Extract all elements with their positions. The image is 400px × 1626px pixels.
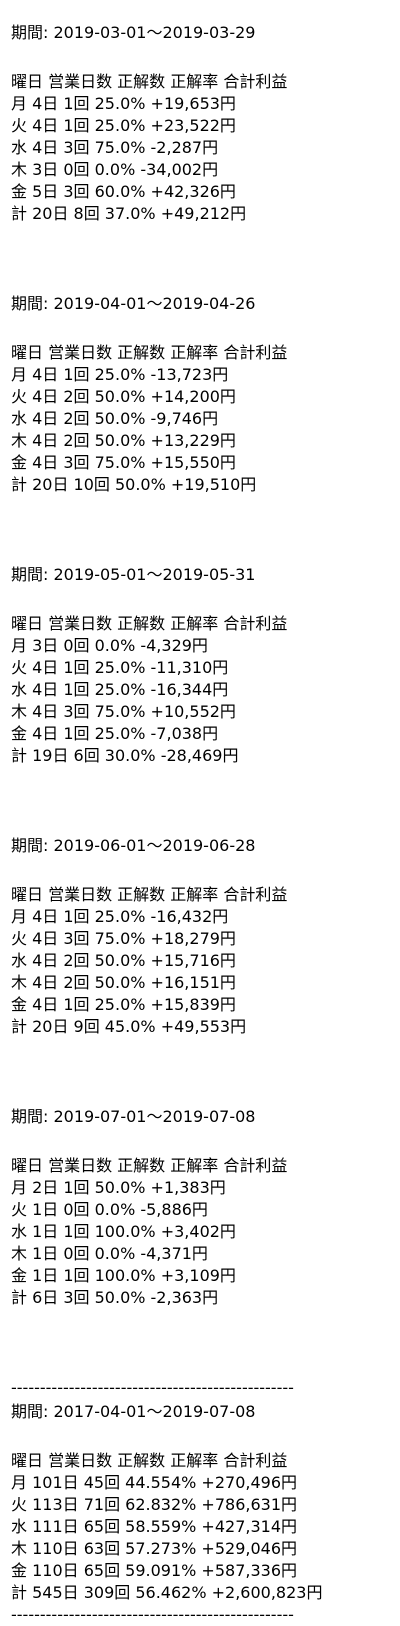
table-row: 月 2日 1回 50.0% +1,383円 (11, 1178, 226, 1197)
table-row: 木 4日 3回 75.0% +10,552円 (11, 702, 236, 721)
table-row: 水 4日 1回 25.0% -16,344円 (11, 680, 229, 699)
table-row: 火 4日 2回 50.0% +14,200円 (11, 387, 236, 406)
table-row: 木 110日 63回 57.273% +529,046円 (11, 1539, 298, 1558)
total-row: 計 20日 8回 37.0% +49,212円 (11, 204, 247, 223)
period-line: 期間: 2017-04-01〜2019-07-08 (11, 1402, 256, 1421)
table-row: 月 4日 1回 25.0% -13,723円 (11, 365, 229, 384)
table-row: 火 1日 0回 0.0% -5,886円 (11, 1200, 208, 1219)
separator-top: ----------------------------------------… (11, 1378, 294, 1397)
total-row: 計 20日 9回 45.0% +49,553円 (11, 1017, 247, 1036)
table-row: 水 4日 3回 75.0% -2,287円 (11, 138, 219, 157)
table-row: 木 4日 2回 50.0% +16,151円 (11, 973, 236, 992)
table-row: 水 4日 2回 50.0% -9,746円 (11, 409, 219, 428)
table-header: 曜日 営業日数 正解数 正解率 合計利益 (11, 72, 288, 91)
table-header: 曜日 営業日数 正解数 正解率 合計利益 (11, 343, 288, 362)
table-row: 水 4日 2回 50.0% +15,716円 (11, 951, 236, 970)
total-row: 計 20日 10回 50.0% +19,510円 (11, 475, 257, 494)
table-row: 木 1日 0回 0.0% -4,371円 (11, 1244, 208, 1263)
total-row: 計 6日 3回 50.0% -2,363円 (11, 1288, 219, 1307)
table-row: 月 3日 0回 0.0% -4,329円 (11, 636, 208, 655)
table-row: 月 4日 1回 25.0% -16,432円 (11, 907, 229, 926)
period-block: 期間: 2019-04-01〜2019-04-26 曜日 営業日数 正解数 正解… (11, 291, 400, 496)
period-line: 期間: 2019-06-01〜2019-06-28 (11, 836, 256, 855)
total-row: 計 19日 6回 30.0% -28,469円 (11, 746, 239, 765)
table-row: 水 111日 65回 58.559% +427,314円 (11, 1517, 298, 1536)
summary-block: 期間: 2017-04-01〜2019-07-08 曜日 営業日数 正解数 正解… (11, 1399, 400, 1604)
results-document: 期間: 2019-03-01〜2019-03-29 曜日 営業日数 正解数 正解… (0, 0, 400, 1626)
table-header: 曜日 営業日数 正解数 正解率 合計利益 (11, 885, 288, 904)
table-row: 火 4日 3回 75.0% +18,279円 (11, 929, 236, 948)
table-row: 火 4日 1回 25.0% +23,522円 (11, 116, 236, 135)
table-row: 金 4日 1回 25.0% +15,839円 (11, 995, 236, 1014)
period-block: 期間: 2019-06-01〜2019-06-28 曜日 営業日数 正解数 正解… (11, 833, 400, 1038)
table-row: 金 110日 65回 59.091% +587,336円 (11, 1561, 298, 1580)
period-block: 期間: 2019-05-01〜2019-05-31 曜日 営業日数 正解数 正解… (11, 562, 400, 767)
table-header: 曜日 営業日数 正解数 正解率 合計利益 (11, 1156, 288, 1175)
table-row: 火 4日 1回 25.0% -11,310円 (11, 658, 229, 677)
period-block: 期間: 2019-07-01〜2019-07-08 曜日 営業日数 正解数 正解… (11, 1104, 400, 1309)
period-block: 期間: 2019-03-01〜2019-03-29 曜日 営業日数 正解数 正解… (11, 20, 400, 225)
table-row: 金 1日 1回 100.0% +3,109円 (11, 1266, 236, 1285)
table-row: 水 1日 1回 100.0% +3,402円 (11, 1222, 236, 1241)
period-line: 期間: 2019-03-01〜2019-03-29 (11, 23, 256, 42)
period-line: 期間: 2019-05-01〜2019-05-31 (11, 565, 256, 584)
period-line: 期間: 2019-04-01〜2019-04-26 (11, 294, 256, 313)
table-row: 月 101日 45回 44.554% +270,496円 (11, 1473, 298, 1492)
table-row: 金 5日 3回 60.0% +42,326円 (11, 182, 236, 201)
period-line: 期間: 2019-07-01〜2019-07-08 (11, 1107, 256, 1126)
total-row: 計 545日 309回 56.462% +2,600,823円 (11, 1583, 323, 1602)
table-row: 金 4日 1回 25.0% -7,038円 (11, 724, 219, 743)
table-row: 月 4日 1回 25.0% +19,653円 (11, 94, 236, 113)
table-header: 曜日 営業日数 正解数 正解率 合計利益 (11, 614, 288, 633)
separator-bottom: ----------------------------------------… (11, 1605, 294, 1624)
table-row: 木 4日 2回 50.0% +13,229円 (11, 431, 236, 450)
table-row: 火 113日 71回 62.832% +786,631円 (11, 1495, 298, 1514)
table-row: 金 4日 3回 75.0% +15,550円 (11, 453, 236, 472)
table-row: 木 3日 0回 0.0% -34,002円 (11, 160, 219, 179)
table-header: 曜日 営業日数 正解数 正解率 合計利益 (11, 1451, 288, 1470)
